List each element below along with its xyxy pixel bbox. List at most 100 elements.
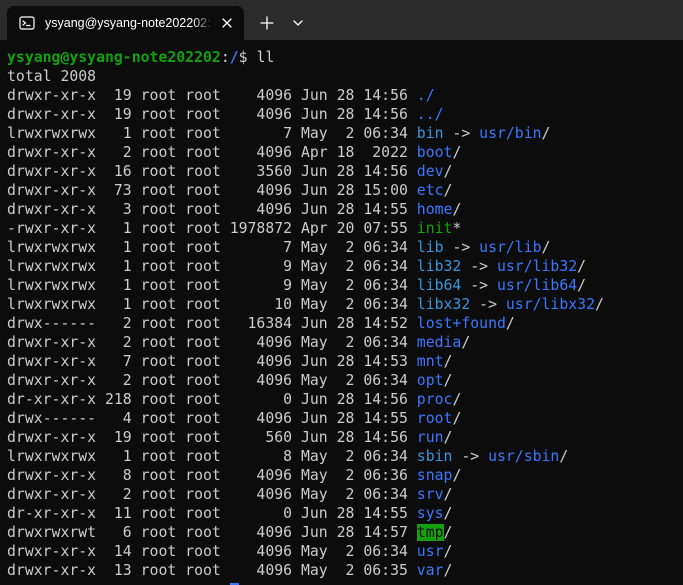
prompt-dollar: $: [238, 49, 257, 66]
entry-suffix: /: [452, 467, 462, 484]
listing-row: drwxr-xr-x 3 root root 4096 Jun 28 14:55…: [7, 200, 683, 219]
entry-name: dev: [416, 163, 444, 180]
entry-suffix: /: [443, 524, 453, 541]
listing-row: lrwxrwxrwx 1 root root 10 May 2 06:34 li…: [7, 295, 683, 314]
entry-suffix: /: [541, 239, 551, 256]
entry-meta: drwxr-xr-x 2 root root 4096 May 2 06:34: [7, 372, 417, 389]
entry-name: mnt: [416, 353, 444, 370]
entry-meta: drwxr-xr-x 14 root root 4096 May 2 06:34: [7, 543, 417, 560]
entry-suffix: /: [541, 125, 551, 142]
listing-row: drwxr-xr-x 8 root root 4096 May 2 06:36 …: [7, 466, 683, 485]
link-target: usr/lib32: [496, 258, 578, 275]
entry-suffix: /: [559, 448, 569, 465]
entry-name: ../: [416, 106, 444, 123]
entry-name: bin: [416, 125, 444, 142]
link-target: usr/sbin: [488, 448, 560, 465]
entry-suffix: /: [461, 334, 471, 351]
listing-row: lrwxrwxrwx 1 root root 8 May 2 06:34 sbi…: [7, 447, 683, 466]
listing: drwxr-xr-x 19 root root 4096 Jun 28 14:5…: [7, 86, 683, 580]
entry-name: boot: [416, 144, 453, 161]
entry-meta: drwxr-xr-x 8 root root 4096 May 2 06:36: [7, 467, 417, 484]
entry-meta: drwxr-xr-x 19 root root 560 Jun 28 14:56: [7, 429, 417, 446]
listing-row: lrwxrwxrwx 1 root root 9 May 2 06:34 lib…: [7, 257, 683, 276]
entry-suffix: /: [452, 144, 462, 161]
entry-suffix: /: [443, 486, 453, 503]
entry-suffix: /: [443, 182, 453, 199]
entry-meta: drwxrwxrwt 6 root root 4096 Jun 28 14:57: [7, 524, 417, 541]
command-text: ll: [256, 49, 275, 66]
entry-name: sbin: [416, 448, 453, 465]
entry-name: srv: [416, 486, 444, 503]
entry-meta: drwxr-xr-x 7 root root 4096 Jun 28 14:53: [7, 353, 417, 370]
plus-icon[interactable]: [254, 11, 280, 35]
entry-meta: lrwxrwxrwx 1 root root 9 May 2 06:34: [7, 258, 417, 275]
link-arrow: ->: [470, 296, 506, 313]
listing-row: drwxr-xr-x 2 root root 4096 May 2 06:34 …: [7, 371, 683, 390]
entry-name: root: [416, 410, 453, 427]
entry-name: media: [416, 334, 462, 351]
prompt-user: ysyang@ysyang-note202202: [7, 49, 221, 66]
link-arrow: ->: [461, 277, 497, 294]
close-icon[interactable]: [218, 14, 236, 32]
entry-name: opt: [416, 372, 444, 389]
entry-name: sys: [416, 505, 444, 522]
entry-name: lib: [416, 239, 444, 256]
entry-suffix: /: [577, 277, 587, 294]
link-target: usr/bin: [479, 125, 542, 142]
terminal-tab[interactable]: ysyang@ysyang-note202202: /: [7, 6, 244, 40]
listing-row: lrwxrwxrwx 1 root root 7 May 2 06:34 lib…: [7, 238, 683, 257]
prompt-colon: :: [220, 49, 230, 66]
entry-name: var: [416, 562, 444, 579]
terminal-output[interactable]: ysyang@ysyang-note202202: / $ ll total 200…: [7, 48, 683, 585]
entry-meta: drwxr-xr-x 16 root root 3560 Jun 28 14:5…: [7, 163, 417, 180]
listing-row: lrwxrwxrwx 1 root root 9 May 2 06:34 lib…: [7, 276, 683, 295]
entry-suffix: /: [443, 562, 453, 579]
link-arrow: ->: [443, 239, 480, 256]
entry-name: proc: [416, 391, 453, 408]
listing-row: drwx------ 2 root root 16384 Jun 28 14:5…: [7, 314, 683, 333]
listing-row: drwxr-xr-x 19 root root 4096 Jun 28 14:5…: [7, 86, 683, 105]
entry-suffix: /: [452, 410, 462, 427]
entry-meta: lrwxrwxrwx 1 root root 9 May 2 06:34: [7, 277, 417, 294]
entry-name: snap: [416, 467, 453, 484]
entry-name: etc: [416, 182, 444, 199]
entry-name: libx32: [416, 296, 471, 313]
entry-meta: dr-xr-xr-x 218 root root 0 Jun 28 14:56: [7, 391, 417, 408]
entry-meta: drwxr-xr-x 2 root root 4096 May 2 06:34: [7, 486, 417, 503]
terminal-window: ysyang@ysyang-note202202: / ysyang@ysyan…: [0, 0, 683, 585]
entry-suffix: /: [443, 163, 453, 180]
listing-row: drwxr-xr-x 7 root root 4096 Jun 28 14:53…: [7, 352, 683, 371]
entry-meta: drwx------ 2 root root 16384 Jun 28 14:5…: [7, 315, 417, 332]
listing-row: drwxr-xr-x 2 root root 4096 May 2 06:34 …: [7, 333, 683, 352]
total-line: total 2008: [7, 68, 97, 85]
listing-row: drwxr-xr-x 13 root root 4096 May 2 06:35…: [7, 561, 683, 580]
entry-meta: drwxr-xr-x 13 root root 4096 May 2 06:35: [7, 562, 417, 579]
terminal-icon: [19, 16, 35, 30]
chevron-down-icon[interactable]: [285, 11, 311, 35]
listing-row: drwxr-xr-x 19 root root 4096 Jun 28 14:5…: [7, 105, 683, 124]
entry-meta: drwxr-xr-x 2 root root 4096 May 2 06:34: [7, 334, 417, 351]
entry-meta: lrwxrwxrwx 1 root root 7 May 2 06:34: [7, 125, 417, 142]
entry-suffix: /: [594, 296, 604, 313]
entry-name: usr: [416, 543, 444, 560]
entry-name: lib64: [416, 277, 462, 294]
listing-row: drwxr-xr-x 14 root root 4096 May 2 06:34…: [7, 542, 683, 561]
entry-meta: drwxr-xr-x 73 root root 4096 Jun 28 15:0…: [7, 182, 417, 199]
listing-row: lrwxrwxrwx 1 root root 7 May 2 06:34 bin…: [7, 124, 683, 143]
listing-row: dr-xr-xr-x 218 root root 0 Jun 28 14:56 …: [7, 390, 683, 409]
entry-name: lib32: [416, 258, 462, 275]
tab-bar: ysyang@ysyang-note202202: /: [0, 0, 683, 40]
link-target: usr/lib: [479, 239, 542, 256]
entry-suffix: *: [452, 220, 462, 237]
entry-name: lost+found: [416, 315, 506, 332]
listing-row: drwxr-xr-x 2 root root 4096 Apr 18 2022 …: [7, 143, 683, 162]
entry-meta: -rwxr-xr-x 1 root root 1978872 Apr 20 07…: [7, 220, 417, 237]
tab-title: ysyang@ysyang-note202202: /: [45, 16, 213, 30]
listing-row: drwxr-xr-x 16 root root 3560 Jun 28 14:5…: [7, 162, 683, 181]
entry-suffix: /: [443, 353, 453, 370]
listing-row: dr-xr-xr-x 11 root root 0 Jun 28 14:55 s…: [7, 504, 683, 523]
entry-suffix: /: [577, 258, 587, 275]
link-target: usr/lib64: [496, 277, 578, 294]
link-arrow: ->: [452, 448, 489, 465]
entry-meta: drwxr-xr-x 19 root root 4096 Jun 28 14:5…: [7, 106, 417, 123]
